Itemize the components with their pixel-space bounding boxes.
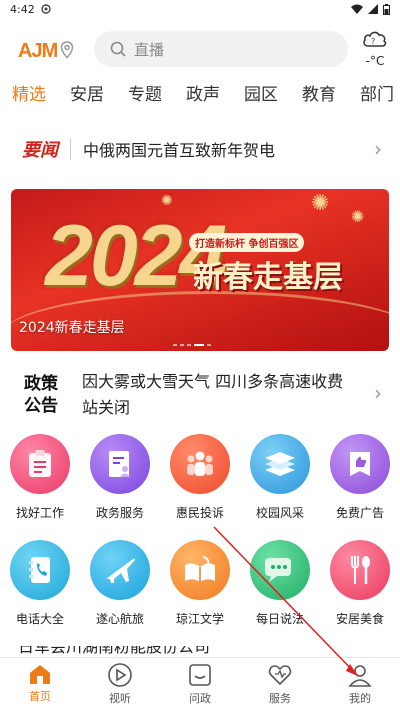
service-literature[interactable]: 琼江文学 — [160, 540, 240, 627]
tab-jingxuan[interactable]: 精选 — [12, 80, 46, 110]
service-grid-row: 找好工作 政务服务 惠民投诉 校园风采 免费广告 — [0, 434, 400, 521]
weather-widget[interactable]: ? -°C — [358, 28, 392, 68]
service-daily-law[interactable]: 每日说法 — [240, 540, 320, 627]
person-icon — [348, 665, 372, 687]
thumbs-up-icon — [330, 434, 390, 494]
tab-zhengsheng[interactable]: 政声 — [186, 80, 220, 110]
app-logo: AJM — [18, 40, 58, 62]
notification-icon — [41, 4, 51, 14]
search-placeholder: 直播 — [134, 40, 165, 59]
home-icon — [30, 665, 50, 684]
service-travel[interactable]: 遂心航旅 — [80, 540, 160, 627]
next-article-peek[interactable]: 日军会川湖南粉能股份公司 — [18, 646, 210, 656]
chevron-right-icon: › — [374, 381, 382, 405]
tab-bumen[interactable]: 部门 — [360, 80, 394, 110]
heart-icon — [268, 665, 292, 686]
banner-slogan: 新春走基层 — [193, 260, 343, 295]
policy-badge: 政策 公告 — [24, 374, 58, 416]
banner-carousel[interactable]: ✺ ✺ ✺ 2024 打造新标杆 争创百强区 新春走基层 2024新春走基层 — [11, 189, 389, 351]
policy-announcement[interactable]: 政策 公告 因大雾或大雪天气 四川多条高速收费站关闭 › — [0, 365, 400, 425]
battery-icon — [383, 3, 390, 15]
play-icon — [108, 663, 132, 687]
svg-text:?: ? — [371, 37, 375, 46]
chat-bubble-icon — [250, 540, 310, 600]
location-icon[interactable] — [60, 41, 74, 59]
service-phonebook[interactable]: 电话大全 — [0, 540, 80, 627]
signal-icon — [368, 4, 378, 14]
nav-media[interactable]: 视听 — [80, 658, 160, 711]
books-icon — [250, 434, 310, 494]
firework-icon: ✺ — [311, 191, 330, 216]
service-free-ads[interactable]: 免费广告 — [320, 434, 400, 521]
service-campus[interactable]: 校园风采 — [240, 434, 320, 521]
banner-caption: 2024新春走基层 — [19, 320, 125, 336]
service-food[interactable]: 安居美食 — [320, 540, 400, 627]
message-box-icon — [189, 664, 211, 686]
status-time: 4:42 — [10, 2, 35, 16]
search-bar[interactable]: 直播 — [94, 31, 348, 67]
carousel-indicator — [173, 344, 211, 346]
divider — [70, 138, 71, 160]
channel-tabs: 精选 安居 专题 政声 园区 教育 部门 — [0, 80, 400, 110]
temperature: -°C — [365, 54, 385, 68]
tab-anju[interactable]: 安居 — [70, 80, 104, 110]
banner-pill: 打造新标杆 争创百强区 — [189, 233, 305, 252]
fork-spoon-icon — [330, 540, 390, 600]
tab-jiaoyu[interactable]: 教育 — [302, 80, 336, 110]
cloud-icon: ? — [363, 31, 387, 47]
app-header: AJM 直播 ? -°C — [0, 28, 400, 70]
wifi-icon — [351, 4, 363, 14]
phone-book-icon — [10, 540, 70, 600]
nav-mine[interactable]: 我的 — [320, 658, 400, 711]
headline-news[interactable]: 要闻 中俄两国元首互致新年贺电 › — [0, 128, 400, 170]
service-gov-services[interactable]: 政务服务 — [80, 434, 160, 521]
open-book-icon — [170, 540, 230, 600]
airplane-icon — [90, 540, 150, 600]
chevron-right-icon: › — [374, 137, 382, 161]
clipboard-icon — [10, 434, 70, 494]
nav-inquiry[interactable]: 问政 — [160, 658, 240, 711]
people-icon — [170, 434, 230, 494]
nav-service[interactable]: 服务 — [240, 658, 320, 711]
policy-text: 因大雾或大雪天气 四川多条高速收费站关闭 — [82, 372, 344, 417]
nav-home[interactable]: 首页 — [0, 658, 80, 711]
search-icon — [110, 41, 126, 57]
service-find-job[interactable]: 找好工作 — [0, 434, 80, 521]
headline-badge: 要闻 — [22, 140, 58, 161]
bottom-navigation: 首页 视听 问政 服务 我的 — [0, 657, 400, 711]
tab-yuanqu[interactable]: 园区 — [244, 80, 278, 110]
headline-text: 中俄两国元首互致新年贺电 — [83, 141, 276, 160]
document-person-icon — [90, 434, 150, 494]
service-grid-row: 电话大全 遂心航旅 琼江文学 每日说法 安居美食 — [0, 540, 400, 627]
firework-icon: ✺ — [351, 207, 365, 226]
tab-zhuanti[interactable]: 专题 — [128, 80, 162, 110]
status-bar: 4:42 — [0, 0, 400, 18]
service-complaint[interactable]: 惠民投诉 — [160, 434, 240, 521]
